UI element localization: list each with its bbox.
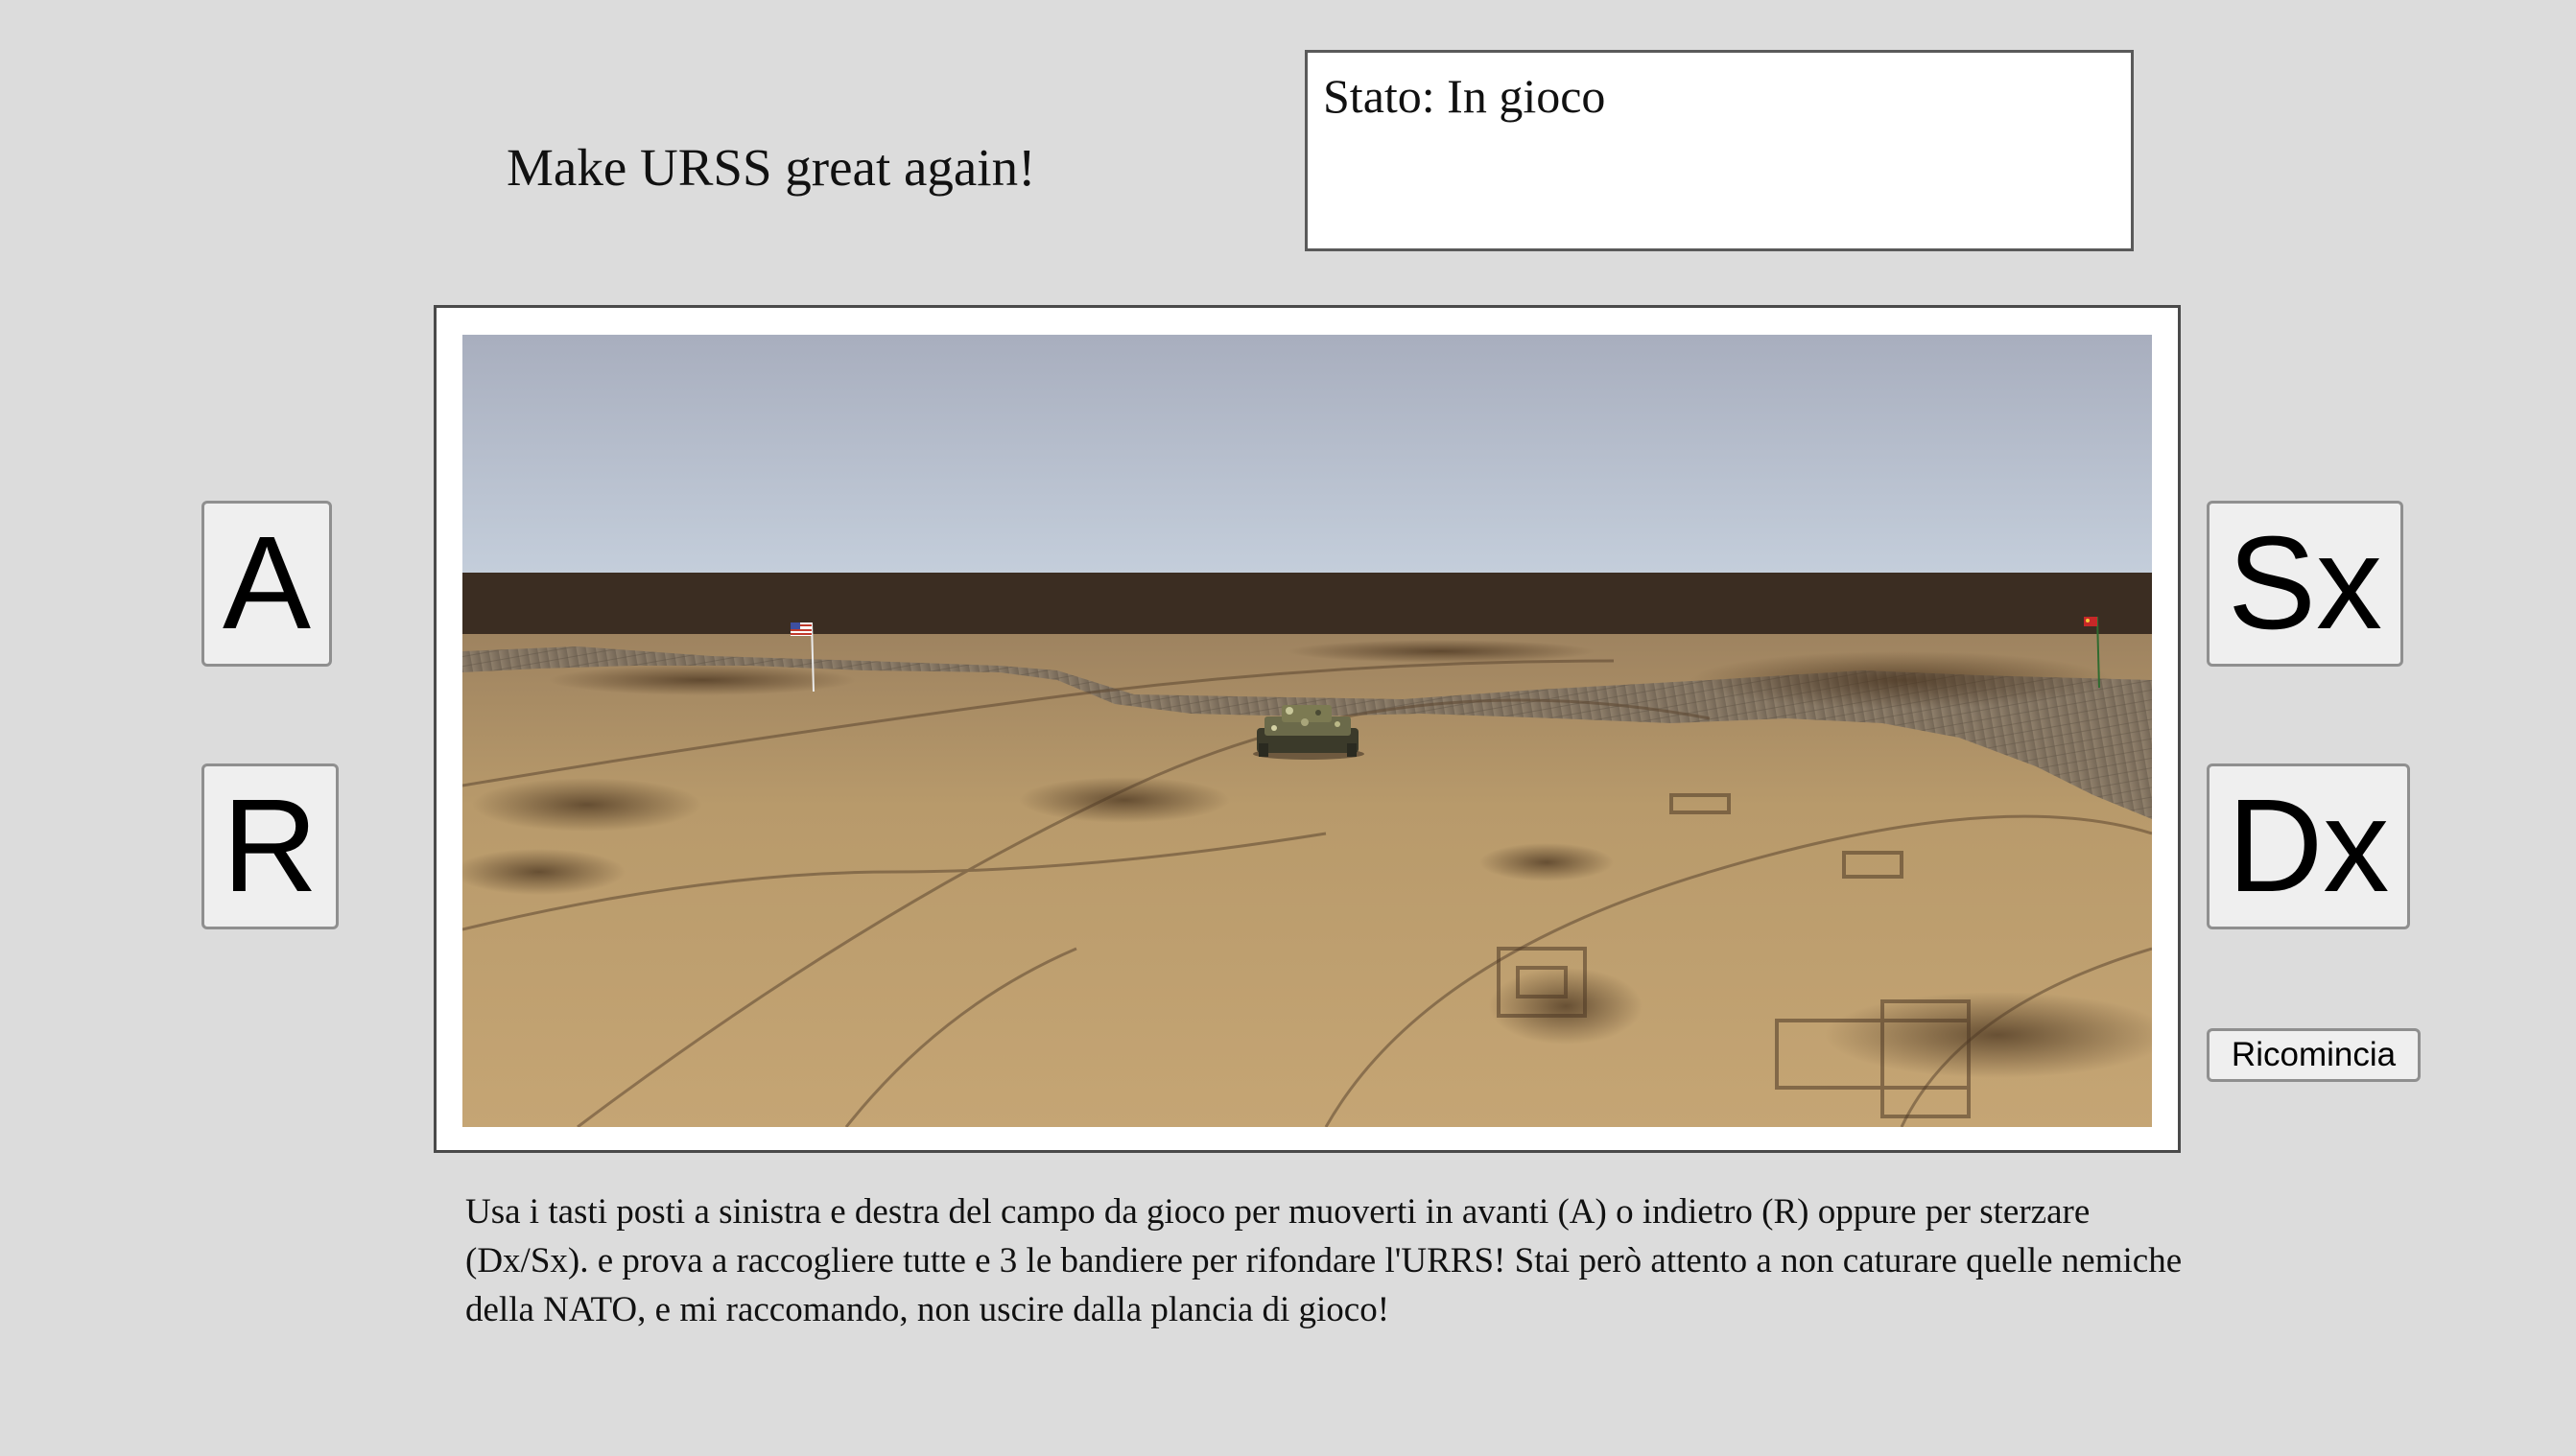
instructions-text: Usa i tasti posti a sinistra e destra de…: [465, 1192, 2183, 1329]
restart-button[interactable]: Ricomincia: [2207, 1028, 2421, 1082]
status-panel: Stato: In gioco: [1305, 50, 2134, 251]
sky: [462, 335, 2152, 575]
status-text: Stato: In gioco: [1323, 69, 1606, 123]
horizon-wall: [462, 573, 2152, 636]
forward-button[interactable]: A: [201, 501, 332, 667]
backward-button[interactable]: R: [201, 763, 339, 929]
page-title: Make URSS great again!: [507, 138, 1036, 197]
steer-left-button[interactable]: Sx: [2207, 501, 2403, 667]
game-board-frame: [434, 305, 2181, 1153]
game-canvas[interactable]: [462, 335, 2152, 1127]
game-scene: [462, 335, 2152, 1127]
steer-right-button[interactable]: Dx: [2207, 763, 2410, 929]
